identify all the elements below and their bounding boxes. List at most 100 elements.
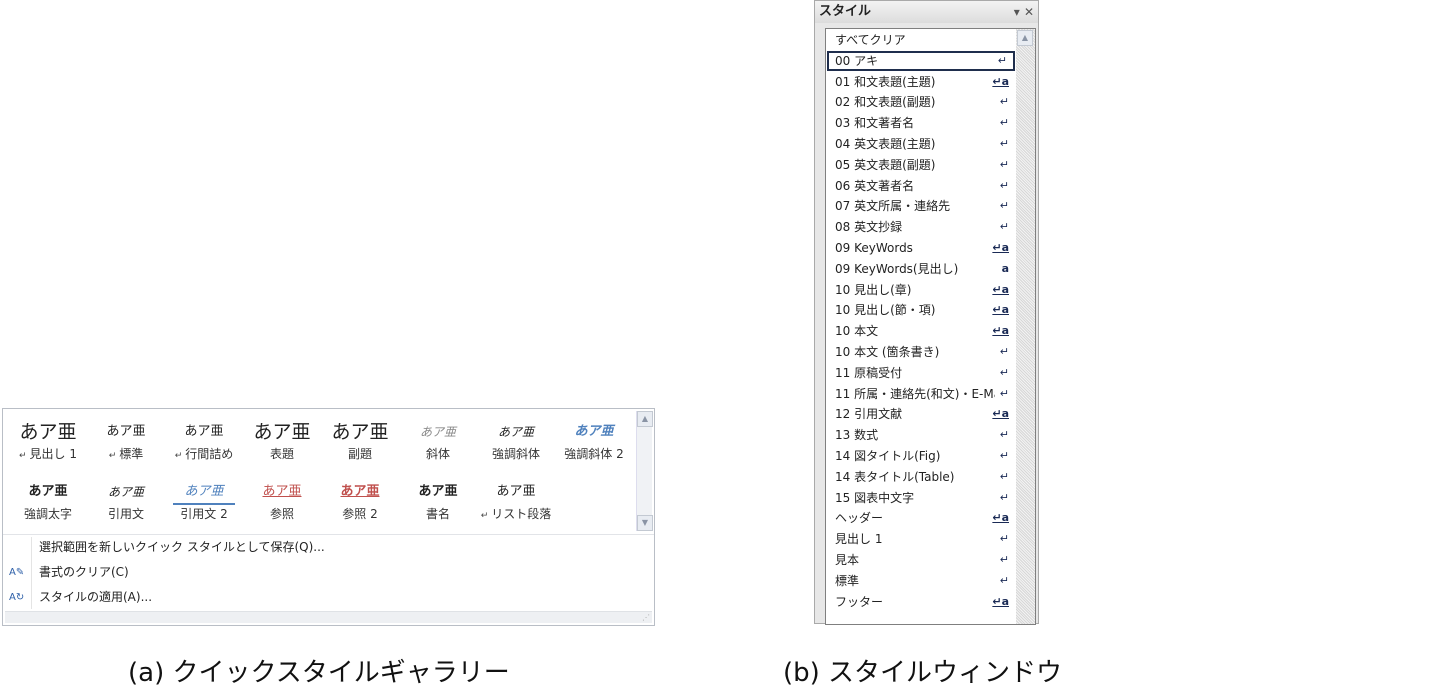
paragraph-style-icon: ↵ [999,365,1009,379]
style-label: 引用文 2 [165,505,243,523]
paragraph-style-icon: ↵ [999,157,1009,171]
close-icon[interactable]: ✕ [1024,5,1034,19]
quick-style-item[interactable]: あア亜 斜体 [399,419,477,475]
style-list-item[interactable]: 10 本文 ↵a [827,321,1015,341]
dropdown-icon[interactable]: ▾ [1014,5,1020,19]
style-label: 副題 [321,445,399,463]
style-list-item[interactable]: 見出し 1 ↵ [827,529,1015,549]
style-list-item[interactable]: 11 原稿受付 ↵ [827,363,1015,383]
quick-style-item[interactable]: あア亜 強調斜体 [477,419,555,475]
style-list-item[interactable]: すべてクリア [827,30,1015,50]
style-list-item[interactable]: 03 和文著者名 ↵ [827,113,1015,133]
quick-style-item[interactable]: あア亜 書名 [399,479,477,535]
paragraph-style-icon: ↵ [999,553,1009,566]
character-style-icon: a [1001,261,1009,275]
clear-formatting-item[interactable]: A✎ 書式のクリア(C) [3,560,654,585]
style-preview: あア亜 [419,425,456,439]
paragraph-style-icon: ↵ [999,220,1009,234]
quick-style-item[interactable]: あア亜 表題 [243,419,321,475]
gallery-menu: 選択範囲を新しいクイック スタイルとして保存(Q)... A✎ 書式のクリア(C)… [3,534,654,610]
list-scrollbar[interactable]: ▲ [1016,29,1035,624]
style-name: 09 KeyWords [835,241,913,255]
save-quick-style-item[interactable]: 選択範囲を新しいクイック スタイルとして保存(Q)... [3,535,654,560]
style-list-item[interactable]: 15 図表中文字 ↵ [827,488,1015,508]
style-list-item[interactable]: 08 英文抄録 ↵ [827,217,1015,237]
style-list: すべてクリア 00 アキ ↵ 01 和文表題(主題) ↵a 02 和文表題(副題) ↵ 03 … [825,28,1036,625]
quick-style-item[interactable]: あア亜引用文 2 [165,479,243,535]
style-list-item[interactable]: 12 引用文献 ↵a [827,404,1015,424]
style-name: 引用文 2 [180,507,228,521]
style-list-item[interactable]: 00 アキ ↵ [827,50,1015,71]
style-name: すべてクリア [835,33,906,47]
style-list-item[interactable]: 06 英文著者名 ↵ [827,176,1015,196]
style-list-item[interactable]: 10 見出し(節・項) ↵a [827,300,1015,320]
paragraph-style-icon: ↵ [999,386,1009,400]
style-name: 表題 [269,447,294,461]
resize-bar[interactable]: ⋰ [5,611,652,623]
style-name: 14 表タイトル(Table) [835,469,955,484]
style-list-item[interactable]: 01 和文表題(主題) ↵a [827,72,1015,92]
style-list-item[interactable]: 10 本文 (箇条書き) ↵ [827,342,1015,362]
scroll-up-button[interactable]: ▲ [1017,30,1033,46]
style-name: 参照 [269,507,294,521]
style-name: フッター [835,594,884,609]
quick-style-item[interactable]: あア亜 ↵ 標準 [87,419,165,475]
quick-style-item[interactable]: あア亜 参照 2 [321,479,399,535]
style-list-item[interactable]: ヘッダー ↵a [827,508,1015,528]
style-list-item[interactable]: 05 英文表題(副題) ↵ [827,155,1015,175]
linked-style-icon: ↵a [992,407,1009,421]
apply-styles-item[interactable]: A↻ スタイルの適用(A)... [3,585,654,610]
style-name: 14 図タイトル(Fig) [835,449,941,463]
style-list-item[interactable]: 09 KeyWords ↵a [827,238,1015,258]
style-name: リスト段落 [491,507,552,521]
style-list-item[interactable]: 11 所属・連絡先(和文)・E-Mail ↵ [827,384,1015,404]
paragraph-style-icon: ↵ [999,178,1009,192]
style-label: ↵ 標準 [87,445,165,465]
style-label: 書名 [399,505,477,523]
quick-style-item[interactable]: あア亜 引用文 [87,479,165,535]
style-preview: あア亜 [496,484,536,499]
style-list-item[interactable]: 10 見出し(章) ↵a [827,280,1015,300]
paragraph-style-icon: ↵ [999,428,1009,442]
style-list-item[interactable]: 14 表タイトル(Table) ↵ [827,467,1015,487]
style-name: 10 見出し(節・項) [835,303,936,318]
menu-label: 選択範囲を新しいクイック スタイルとして保存(Q)... [39,540,325,554]
style-list-item[interactable]: 13 数式 ↵ [827,425,1015,445]
quick-style-item[interactable]: あア亜 ↵ 行間詰め [165,419,243,475]
style-list-item[interactable]: フッター ↵a [827,592,1015,612]
style-list-item[interactable]: 標準 ↵ [827,571,1015,591]
scroll-down-button[interactable]: ▼ [637,515,653,531]
style-list-item[interactable]: 04 英文表題(主題) ↵ [827,134,1015,154]
style-preview: あア亜 [497,425,534,439]
scroll-up-button[interactable]: ▲ [637,411,653,427]
resize-grip-icon[interactable]: ⋰ [642,613,650,623]
style-preview: あア亜 [173,479,235,505]
style-name: 書名 [425,507,450,521]
style-preview: あア亜 [28,484,68,499]
quick-style-item[interactable]: あア亜 副題 [321,419,399,475]
style-list-item[interactable]: 見本 ↵ [827,550,1015,570]
quick-style-item[interactable]: あア亜 ↵ 見出し 1 [9,419,87,475]
styles-pane: スタイル ▾ ✕ すべてクリア 00 アキ ↵ 01 和文表題(主題) ↵a 02 和文表… [814,0,1039,625]
style-list-item[interactable]: 14 図タイトル(Fig) ↵ [827,446,1015,466]
style-name: 標準 [835,573,860,588]
style-list-item[interactable]: 02 和文表題(副題) ↵ [827,92,1015,112]
style-name: 00 アキ [835,53,879,68]
style-preview: あア亜 [107,485,144,499]
gallery-scrollbar[interactable]: ▲ ▼ [636,411,653,531]
clear-format-icon: A✎ [9,567,25,578]
quick-style-item[interactable]: あア亜 参照 [243,479,321,535]
style-name: 11 所属・連絡先(和文)・E-Mail [835,386,995,401]
style-name: 11 原稿受付 [835,365,903,380]
style-name: 10 本文 [835,324,879,339]
quick-style-item[interactable]: あア亜 強調太字 [9,479,87,535]
linked-style-icon: ↵a [992,241,1009,254]
style-preview: あア亜 [340,484,380,499]
style-list-item[interactable]: 09 KeyWords(見出し) a [827,259,1015,279]
paragraph-style-icon: ↵ [999,490,1009,504]
quick-style-item[interactable]: あア亜 強調斜体 2 [555,419,633,475]
style-list-item[interactable]: 07 英文所属・連絡先 ↵ [827,196,1015,216]
quick-style-item[interactable]: あア亜 ↵ リスト段落 [477,479,555,535]
linked-style-icon: ↵a [992,324,1009,338]
style-name: 強調太字 [23,507,72,521]
